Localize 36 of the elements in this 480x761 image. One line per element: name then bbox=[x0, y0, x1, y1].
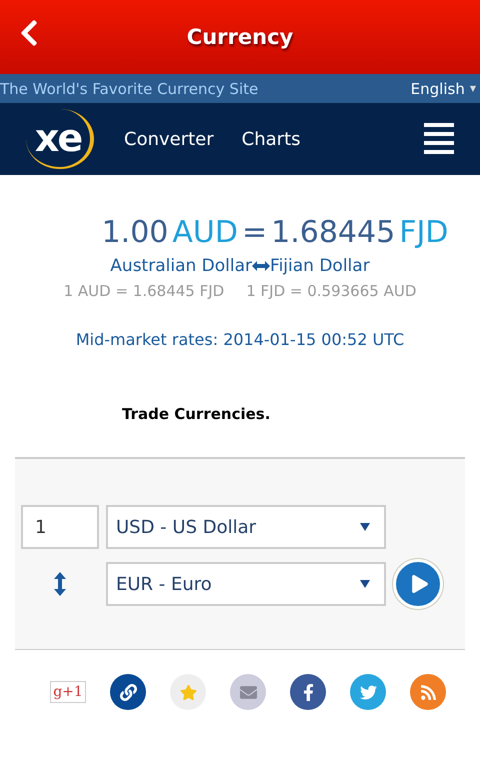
share-button[interactable] bbox=[110, 674, 146, 710]
rate-timestamp: Mid-market rates: 2014-01-15 00:52 UTC bbox=[76, 330, 404, 349]
dropdown-caret-icon bbox=[360, 523, 370, 531]
rss-icon bbox=[420, 684, 436, 700]
nav-link[interactable]: Converter bbox=[124, 128, 214, 150]
from-currency-select[interactable]: USD - US Dollar bbox=[106, 505, 386, 549]
amount: 1.00 bbox=[102, 215, 168, 250]
envelope-icon bbox=[240, 684, 256, 700]
exchange-rate: 1 FJD = 0.593665 AUD bbox=[246, 282, 416, 300]
swap-icon bbox=[54, 572, 66, 596]
link-icon bbox=[120, 684, 136, 700]
currency-code: AUD bbox=[172, 215, 238, 250]
section-heading: Trade Currencies. bbox=[122, 405, 272, 423]
converted-amount: 1.68445 bbox=[271, 215, 396, 250]
to-currency-select[interactable]: EUR - Euro bbox=[106, 562, 386, 606]
page-title: Currency bbox=[186, 25, 294, 49]
play-icon bbox=[410, 575, 428, 593]
nav-link[interactable]: Charts bbox=[242, 128, 300, 150]
google-plus-button[interactable]: g+1 bbox=[50, 681, 86, 703]
currency-code: FJD bbox=[399, 215, 448, 250]
exchange-rate: 1 AUD = 1.68445 FJD bbox=[64, 282, 224, 300]
star-icon bbox=[180, 684, 196, 700]
amount-field[interactable]: 1 bbox=[21, 505, 99, 549]
share-button[interactable] bbox=[290, 674, 326, 710]
swap-arrow-icon bbox=[252, 261, 270, 271]
equals-sign: = bbox=[242, 215, 268, 250]
convert-button[interactable] bbox=[393, 559, 443, 609]
dropdown-caret-icon bbox=[360, 580, 370, 588]
bird-icon bbox=[360, 684, 376, 700]
currency-name: Fijian Dollar bbox=[270, 256, 370, 276]
menu-icon bbox=[424, 123, 454, 155]
logo: xe bbox=[26, 109, 94, 169]
tagline: The World's Favorite Currency Site bbox=[0, 80, 258, 98]
language-selector[interactable]: English ▼ bbox=[410, 80, 476, 98]
currency-name: Australian Dollar bbox=[110, 256, 252, 276]
menu-button[interactable] bbox=[424, 123, 454, 155]
